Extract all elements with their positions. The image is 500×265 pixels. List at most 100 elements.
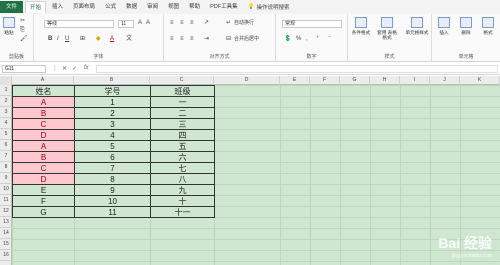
- row-header[interactable]: 9: [0, 173, 12, 184]
- table-cell[interactable]: 十一: [150, 206, 215, 218]
- column-header-g[interactable]: G: [340, 76, 370, 85]
- increase-font-icon[interactable]: A: [138, 20, 142, 27]
- merge-center-label[interactable]: 合并后居中: [234, 36, 259, 43]
- row-header[interactable]: 3: [0, 107, 12, 118]
- enter-icon[interactable]: ✓: [72, 65, 77, 72]
- select-all-corner[interactable]: [0, 76, 12, 85]
- header-cell[interactable]: 学号: [74, 85, 151, 97]
- row-header[interactable]: 5: [0, 129, 12, 140]
- row-header[interactable]: 16: [0, 250, 12, 261]
- table-cell[interactable]: G: [12, 206, 75, 218]
- row-header[interactable]: 7: [0, 151, 12, 162]
- tab-page-layout[interactable]: 页面布局: [69, 1, 99, 13]
- cancel-icon[interactable]: ✕: [62, 65, 67, 72]
- column-header-f[interactable]: F: [310, 76, 340, 85]
- column-header-k[interactable]: K: [460, 76, 500, 85]
- align-top-icon[interactable]: ≡: [170, 20, 174, 27]
- font-name-select[interactable]: 等线: [44, 20, 114, 28]
- row-header[interactable]: 2: [0, 96, 12, 107]
- table-cell[interactable]: 四: [150, 129, 215, 141]
- table-cell[interactable]: 2: [74, 107, 151, 119]
- table-cell[interactable]: C: [12, 162, 75, 174]
- cell-styles-button[interactable]: 单元格样式: [403, 17, 431, 35]
- table-cell[interactable]: 7: [74, 162, 151, 174]
- column-header-c[interactable]: C: [150, 76, 214, 85]
- row-header[interactable]: 11: [0, 195, 12, 206]
- align-right-icon[interactable]: ≡: [190, 36, 194, 43]
- column-header-b[interactable]: B: [74, 76, 150, 85]
- table-cell[interactable]: C: [12, 118, 75, 130]
- bold-icon[interactable]: B: [48, 36, 52, 43]
- number-format-select[interactable]: 常规: [282, 20, 342, 28]
- table-cell[interactable]: 二: [150, 107, 215, 119]
- header-cell[interactable]: 班级: [150, 85, 215, 97]
- tab-data[interactable]: 数据: [122, 1, 141, 13]
- row-header[interactable]: 1: [0, 85, 12, 96]
- table-cell[interactable]: F: [12, 195, 75, 207]
- table-cell[interactable]: 4: [74, 129, 151, 141]
- paste-button[interactable]: 粘贴: [1, 17, 17, 35]
- row-header[interactable]: 6: [0, 140, 12, 151]
- tab-help[interactable]: 帮助: [185, 1, 204, 13]
- tab-view[interactable]: 视图: [164, 1, 183, 13]
- underline-icon[interactable]: U: [65, 36, 69, 43]
- table-cell[interactable]: D: [12, 129, 75, 141]
- fill-color-icon[interactable]: ◆: [96, 36, 101, 43]
- table-cell[interactable]: B: [12, 107, 75, 119]
- tab-pdf-tools[interactable]: PDF工具集: [206, 1, 242, 13]
- tab-review[interactable]: 审阅: [143, 1, 162, 13]
- name-box[interactable]: G11: [2, 65, 46, 73]
- table-cell[interactable]: 1: [74, 96, 151, 108]
- align-middle-icon[interactable]: ≡: [180, 20, 184, 27]
- currency-icon[interactable]: 💲: [284, 36, 291, 43]
- table-cell[interactable]: 五: [150, 140, 215, 152]
- insert-function-icon[interactable]: fx: [84, 65, 89, 71]
- increase-decimal-icon[interactable]: ⁺: [316, 36, 319, 43]
- align-center-icon[interactable]: ≡: [180, 36, 184, 43]
- table-cell[interactable]: 九: [150, 184, 215, 196]
- decrease-font-icon[interactable]: A: [146, 20, 150, 27]
- copy-icon[interactable]: ⎘: [20, 27, 25, 34]
- wrap-text-icon[interactable]: ↵: [226, 20, 231, 27]
- orientation-icon[interactable]: ↗: [204, 20, 209, 27]
- table-cell[interactable]: D: [12, 173, 75, 185]
- decrease-decimal-icon[interactable]: ⁻: [328, 36, 331, 43]
- percent-icon[interactable]: %: [296, 36, 301, 43]
- column-header-d[interactable]: D: [214, 76, 280, 85]
- row-header[interactable]: 14: [0, 228, 12, 239]
- table-cell[interactable]: 9: [74, 184, 151, 196]
- merge-center-icon[interactable]: ⊟: [226, 36, 231, 43]
- tab-file[interactable]: 文件: [0, 1, 24, 13]
- table-cell[interactable]: A: [12, 96, 75, 108]
- table-cell[interactable]: 八: [150, 173, 215, 185]
- column-header-e[interactable]: E: [280, 76, 310, 85]
- wrap-text-label[interactable]: 自动换行: [234, 20, 254, 27]
- table-cell[interactable]: 11: [74, 206, 151, 218]
- column-header-h[interactable]: H: [370, 76, 400, 85]
- table-cell[interactable]: 3: [74, 118, 151, 130]
- format-cells-button[interactable]: 格式: [478, 17, 498, 35]
- delete-cells-button[interactable]: 删除: [456, 17, 476, 35]
- header-cell[interactable]: 姓名: [12, 85, 75, 97]
- conditional-format-button[interactable]: 条件格式: [350, 17, 372, 35]
- column-header-j[interactable]: J: [430, 76, 460, 85]
- table-cell[interactable]: 10: [74, 195, 151, 207]
- table-cell[interactable]: A: [12, 140, 75, 152]
- table-cell[interactable]: 六: [150, 151, 215, 163]
- tab-insert[interactable]: 插入: [48, 1, 67, 13]
- table-cell[interactable]: B: [12, 151, 75, 163]
- tab-formulas[interactable]: 公式: [101, 1, 120, 13]
- format-as-table-button[interactable]: 套用 表格格式: [376, 17, 398, 40]
- format-painter-icon[interactable]: 🖌: [20, 36, 28, 43]
- indent-icon[interactable]: ⇥: [204, 36, 209, 43]
- table-cell[interactable]: 8: [74, 173, 151, 185]
- column-header-i[interactable]: I: [400, 76, 430, 85]
- row-header[interactable]: 12: [0, 206, 12, 217]
- tab-home[interactable]: 开始: [25, 1, 47, 13]
- row-header[interactable]: 4: [0, 118, 12, 129]
- table-cell[interactable]: 三: [150, 118, 215, 130]
- table-cell[interactable]: 5: [74, 140, 151, 152]
- table-cell[interactable]: E: [12, 184, 75, 196]
- italic-icon[interactable]: I: [57, 36, 59, 43]
- align-bottom-icon[interactable]: ≡: [190, 20, 194, 27]
